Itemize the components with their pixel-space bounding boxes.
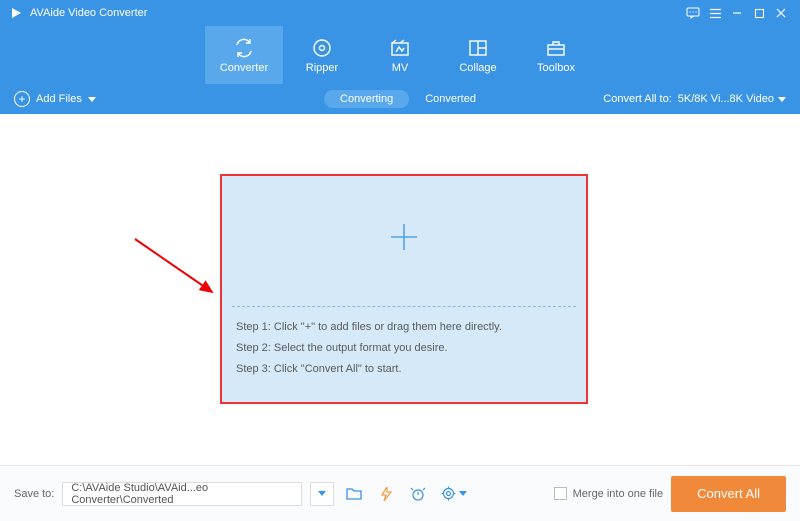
chevron-down-icon [88,97,96,102]
nav-toolbox[interactable]: Toolbox [517,26,595,84]
dropzone[interactable]: Step 1: Click "+" to add files or drag t… [220,174,588,404]
dropzone-upper [222,176,586,306]
add-files-label: Add Files [36,93,82,105]
high-speed-button[interactable] [406,482,430,506]
merge-label: Merge into one file [573,488,664,500]
subbar: + Add Files Converting Converted Convert… [0,84,800,114]
chevron-down-icon [318,491,326,496]
checkbox-icon [554,487,567,500]
step-text: Step 2: Select the output format you des… [236,338,572,359]
app-title: AVAide Video Converter [30,7,147,19]
workspace: Step 1: Click "+" to add files or drag t… [0,114,800,465]
step-text: Step 1: Click "+" to add files or drag t… [236,317,572,338]
hardware-accel-button[interactable] [374,482,398,506]
main-nav: Converter Ripper MV Collage Toolbox [0,26,800,84]
dropzone-steps: Step 1: Click "+" to add files or drag t… [222,307,586,390]
merge-checkbox[interactable]: Merge into one file [554,487,664,500]
toolbox-icon [546,37,566,59]
converter-icon [233,37,255,59]
app-logo-icon [8,5,24,21]
minimize-button[interactable] [726,2,748,24]
tab-converting[interactable]: Converting [324,90,409,108]
tab-converted[interactable]: Converted [425,93,476,105]
feedback-icon[interactable] [682,2,704,24]
save-path-value: C:\AVAide Studio\AVAid...eo Converter\Co… [71,482,293,506]
convert-all-to-label: Convert All to: [603,93,671,105]
output-format-select[interactable]: 5K/8K Vi...8K Video [678,93,786,105]
add-file-plus-button[interactable] [387,220,421,263]
nav-label: Collage [459,62,496,74]
settings-button[interactable] [438,482,470,506]
titlebar: AVAide Video Converter [0,0,800,26]
open-folder-button[interactable] [342,482,366,506]
add-files-button[interactable]: + Add Files [14,91,96,107]
step-text: Step 3: Click "Convert All" to start. [236,359,572,380]
menu-icon[interactable] [704,2,726,24]
nav-converter[interactable]: Converter [205,26,283,84]
nav-label: Ripper [306,62,338,74]
save-to-label: Save to: [14,488,54,500]
chevron-down-icon [778,97,786,102]
convert-all-button[interactable]: Convert All [671,476,786,512]
format-selected-value: 5K/8K Vi...8K Video [678,93,774,105]
close-button[interactable] [770,2,792,24]
footer: Save to: C:\AVAide Studio\AVAid...eo Con… [0,465,800,521]
nav-label: Toolbox [537,62,575,74]
chevron-down-icon [459,491,467,496]
save-path-field[interactable]: C:\AVAide Studio\AVAid...eo Converter\Co… [62,482,302,506]
convert-all-label: Convert All [697,486,760,501]
annotation-arrow [130,234,225,304]
nav-collage[interactable]: Collage [439,26,517,84]
ripper-icon [312,37,332,59]
mv-icon [390,37,410,59]
nav-label: Converter [220,62,268,74]
collage-icon [468,37,488,59]
nav-mv[interactable]: MV [361,26,439,84]
nav-label: MV [392,62,409,74]
plus-circle-icon: + [14,91,30,107]
nav-ripper[interactable]: Ripper [283,26,361,84]
maximize-button[interactable] [748,2,770,24]
save-path-dropdown[interactable] [310,482,334,506]
